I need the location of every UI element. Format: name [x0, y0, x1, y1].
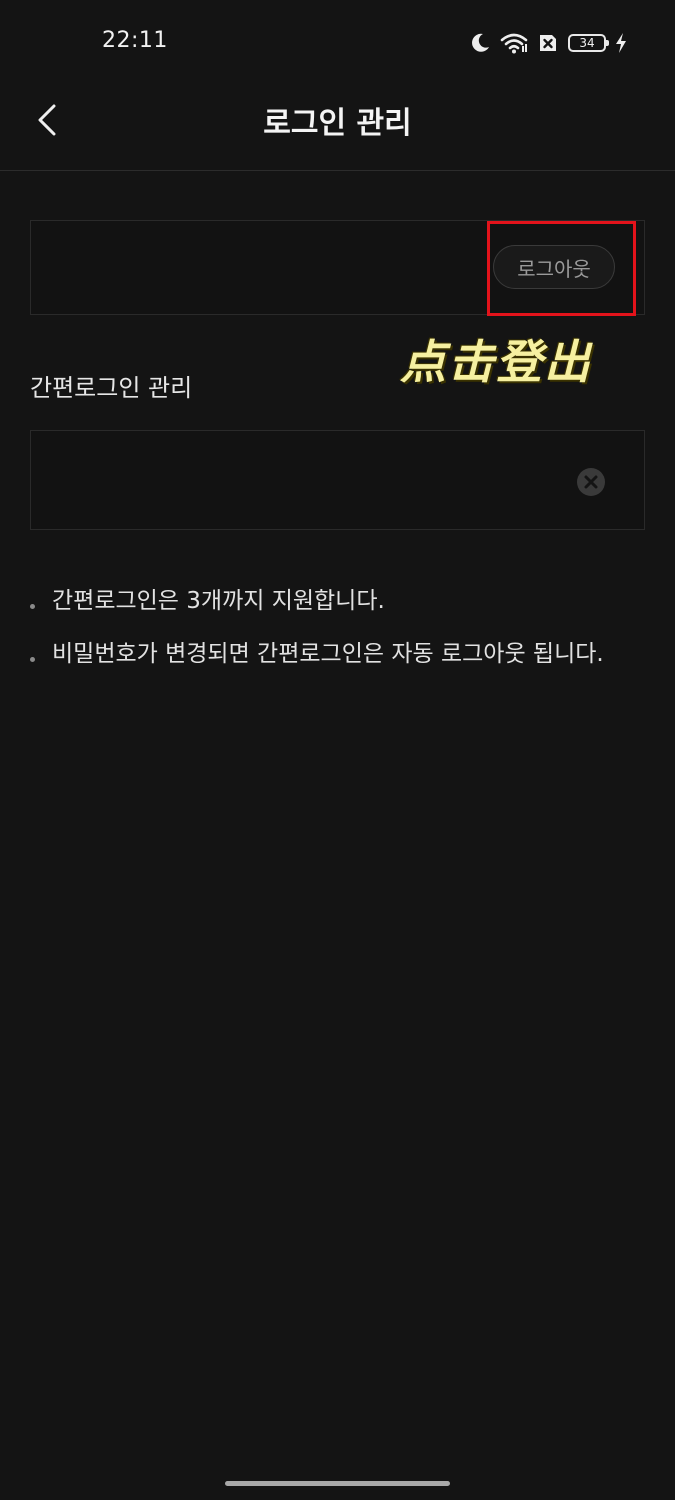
- battery-level: 34: [579, 36, 595, 50]
- annotation-text: 点击登出: [400, 335, 592, 389]
- status-icons: 34: [469, 30, 627, 56]
- bullet-dot: [30, 656, 35, 662]
- notes-list: 간편로그인은 3개까지 지원합니다. 비밀번호가 변경되면 간편로그인은 자동 …: [30, 586, 645, 692]
- app-header: 로그인 관리: [0, 86, 675, 171]
- home-indicator[interactable]: [225, 1481, 450, 1486]
- note-text: 비밀번호가 변경되면 간편로그인은 자동 로그아웃 됩니다.: [52, 641, 604, 667]
- simple-login-card: [30, 430, 645, 530]
- sim-blocked-icon: [537, 32, 559, 54]
- page-title: 로그인 관리: [263, 106, 412, 141]
- current-account-card: 로그아웃: [30, 220, 645, 315]
- status-bar: 22:11 34: [0, 0, 675, 86]
- logout-button[interactable]: 로그아웃: [493, 245, 615, 289]
- note-item: 비밀번호가 변경되면 간편로그인은 자동 로그아웃 됩니다.: [30, 639, 645, 670]
- note-item: 간편로그인은 3개까지 지원합니다.: [30, 586, 645, 617]
- status-time: 22:11: [102, 28, 168, 53]
- charging-bolt-icon: [615, 32, 627, 54]
- remove-simple-login-button[interactable]: [576, 467, 606, 497]
- close-circle-icon: [577, 468, 605, 496]
- wifi-icon: [500, 32, 528, 54]
- bullet-dot: [30, 603, 35, 609]
- battery-icon: 34: [568, 34, 609, 52]
- note-text: 간편로그인은 3개까지 지원합니다.: [52, 588, 385, 614]
- simple-login-section-title: 간편로그인 관리: [30, 374, 193, 402]
- moon-icon: [469, 32, 491, 54]
